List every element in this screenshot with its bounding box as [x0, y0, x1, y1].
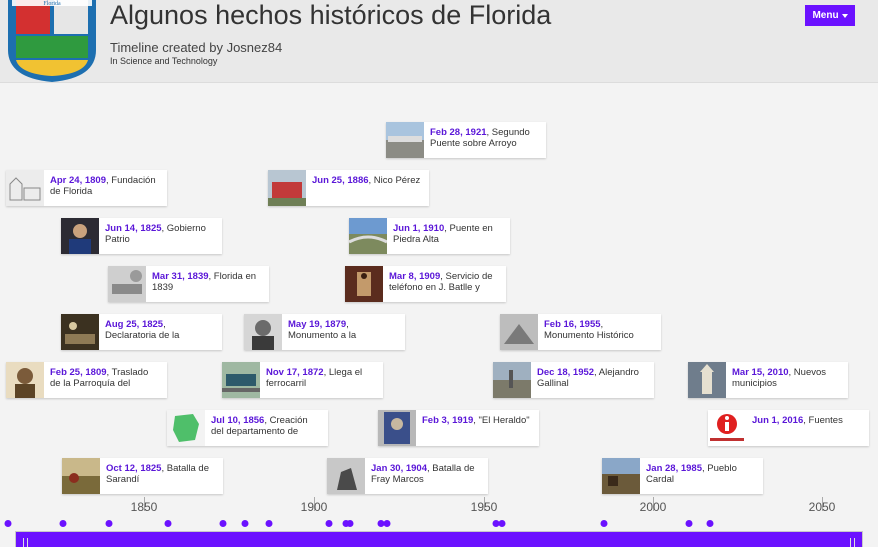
engraving-thumbnail — [108, 266, 146, 302]
event-card-1955-monumento-historico[interactable]: Feb 16, 1955, Monumento Histórico — [500, 314, 661, 350]
event-date: Jun 25, 1886 — [312, 175, 369, 186]
event-title: , Fuentes — [803, 415, 843, 426]
event-title: , Nico Pérez — [368, 175, 421, 186]
menu-button[interactable]: Menu — [805, 5, 855, 26]
axis-label-2050: 2050 — [808, 500, 836, 514]
church-thumbnail — [688, 362, 726, 398]
event-card-1856-creacion[interactable]: Jul 10, 1856, Creación del departamento … — [167, 410, 328, 446]
event-card-2010-municipios[interactable]: Mar 15, 2010, Nuevos municipios — [688, 362, 848, 398]
portrait-thumbnail — [244, 314, 282, 350]
axis-label-2000: 2000 — [639, 500, 667, 514]
event-card-1952-gallinal[interactable]: Dec 18, 1952, Alejandro Gallinal — [493, 362, 654, 398]
event-marker[interactable] — [241, 520, 249, 527]
florida-coat-of-arms-logo: Florida — [6, 0, 98, 82]
event-date: Jan 28, 1985 — [646, 463, 702, 474]
train-thumbnail — [222, 362, 260, 398]
page-title: Algunos hechos históricos de Florida — [110, 0, 552, 30]
event-date: Jul 10, 1856 — [211, 415, 265, 426]
event-card-1909-telefono[interactable]: Mar 8, 1909, Servicio de teléfono en J. … — [345, 266, 506, 302]
event-title: , "El Heraldo" — [473, 415, 530, 426]
axis-label-1950: 1950 — [470, 500, 498, 514]
event-marker[interactable] — [498, 520, 506, 527]
event-date: Dec 18, 1952 — [537, 367, 595, 378]
event-date: Mar 31, 1839 — [152, 271, 209, 282]
event-date: Feb 16, 1955 — [544, 319, 601, 330]
event-card-1839-florida[interactable]: Mar 31, 1839, Florida en 1839 — [108, 266, 269, 302]
event-marker[interactable] — [325, 520, 333, 527]
event-card-1921-puente-arroyo[interactable]: Feb 28, 1921, Segundo Puente sobre Arroy… — [386, 122, 546, 158]
event-card-1809-fundacion[interactable]: Apr 24, 1809, Fundación de Florida — [6, 170, 167, 206]
timeline-scrollbar[interactable] — [15, 531, 863, 547]
event-marker[interactable] — [59, 520, 67, 527]
event-card-1825-sarandi[interactable]: Oct 12, 1825, Batalla de Sarandí — [62, 458, 223, 494]
event-date: Jun 1, 1910 — [393, 223, 445, 234]
photo-thumbnail — [500, 314, 538, 350]
event-card-1872-ferrocarril[interactable]: Nov 17, 1872, Llega el ferrocarril — [222, 362, 383, 398]
event-date: Mar 15, 2010 — [732, 367, 789, 378]
statue-thumbnail — [327, 458, 365, 494]
menu-button-label: Menu — [812, 10, 839, 21]
event-marker[interactable] — [265, 520, 273, 527]
painting-thumbnail — [62, 458, 100, 494]
event-date: Aug 25, 1825 — [105, 319, 164, 330]
event-date: Feb 25, 1809 — [50, 367, 107, 378]
drawing-thumbnail — [6, 170, 44, 206]
event-card-1825-declaratoria[interactable]: Aug 25, 1825, Declaratoria de la — [61, 314, 222, 350]
event-date: May 19, 1879 — [288, 319, 347, 330]
axis-label-1850: 1850 — [130, 500, 158, 514]
scrollbar-left-handle[interactable] — [23, 538, 28, 547]
event-date: Jan 30, 1904 — [371, 463, 427, 474]
portrait-thumbnail — [6, 362, 44, 398]
event-card-1904-fray-marcos[interactable]: Jan 30, 1904, Batalla de Fray Marcos — [327, 458, 488, 494]
event-marker[interactable] — [105, 520, 113, 527]
telephone-thumbnail — [345, 266, 383, 302]
event-marker[interactable] — [600, 520, 608, 527]
logo-lettering: Florida — [43, 1, 61, 7]
photo-thumbnail — [386, 122, 424, 158]
timeline-category: In Science and Technology — [110, 56, 218, 66]
event-date: Jun 1, 2016 — [752, 415, 804, 426]
event-marker[interactable] — [706, 520, 714, 527]
event-date: Oct 12, 1825 — [106, 463, 162, 474]
photo-thumbnail — [602, 458, 640, 494]
event-card-1985-cardal[interactable]: Jan 28, 1985, Pueblo Cardal — [602, 458, 763, 494]
event-date: Jun 14, 1825 — [105, 223, 162, 234]
event-date: Nov 17, 1872 — [266, 367, 324, 378]
photo-thumbnail — [493, 362, 531, 398]
event-card-1919-el-heraldo[interactable]: Feb 3, 1919, "El Heraldo" — [378, 410, 539, 446]
event-date: Apr 24, 1809 — [50, 175, 106, 186]
stamp-thumbnail — [378, 410, 416, 446]
event-card-1910-piedra-alta[interactable]: Jun 1, 1910, Puente en Piedra Alta — [349, 218, 510, 254]
event-card-1886-nico-perez[interactable]: Jun 25, 1886, Nico Pérez — [268, 170, 429, 206]
map-thumbnail — [167, 410, 205, 446]
event-card-1879-monumento[interactable]: May 19, 1879, Monumento a la — [244, 314, 405, 350]
caret-down-icon — [841, 13, 848, 18]
event-marker[interactable] — [4, 520, 12, 527]
info-logo-thumbnail — [708, 410, 746, 446]
event-card-1809-traslado[interactable]: Feb 25, 1809, Traslado de la Parroquía d… — [6, 362, 167, 398]
timeline-header: Florida Algunos hechos históricos de Flo… — [0, 0, 878, 83]
event-marker[interactable] — [346, 520, 354, 527]
timeline-byline: Timeline created by Josnez84 — [110, 40, 283, 55]
axis-label-1900: 1900 — [300, 500, 328, 514]
event-card-2016-fuentes[interactable]: Jun 1, 2016, Fuentes — [708, 410, 869, 446]
photo-thumbnail — [349, 218, 387, 254]
event-date: Feb 28, 1921 — [430, 127, 487, 138]
event-card-1825-gobierno-patrio[interactable]: Jun 14, 1825, Gobierno Patrio — [61, 218, 222, 254]
event-marker[interactable] — [164, 520, 172, 527]
painting-thumbnail — [61, 314, 99, 350]
event-date: Mar 8, 1909 — [389, 271, 441, 282]
event-date: Feb 3, 1919 — [422, 415, 474, 426]
scrollbar-right-handle[interactable] — [850, 538, 855, 547]
event-marker[interactable] — [383, 520, 391, 527]
portrait-thumbnail — [61, 218, 99, 254]
event-marker[interactable] — [685, 520, 693, 527]
event-marker[interactable] — [219, 520, 227, 527]
photo-thumbnail — [268, 170, 306, 206]
